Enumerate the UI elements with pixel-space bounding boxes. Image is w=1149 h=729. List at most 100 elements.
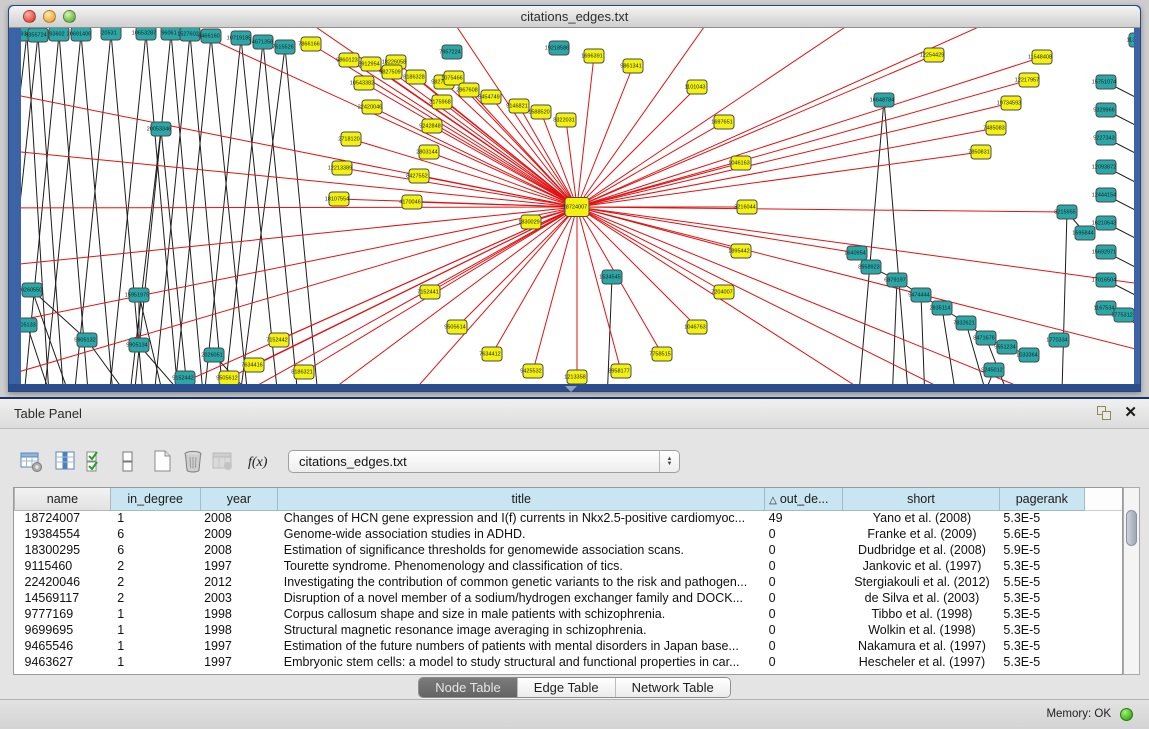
cell-in_degree[interactable]: 1 — [110, 510, 200, 526]
column-header-name[interactable]: name — [15, 488, 111, 510]
cell-in_degree[interactable]: 1 — [110, 638, 200, 654]
cell-year[interactable]: 2009 — [200, 526, 278, 542]
cell-short[interactable]: Nakamura et al. (1997) — [843, 638, 1000, 654]
cell-out_degree[interactable]: 0 — [765, 606, 843, 622]
cell-name[interactable]: 19384554 — [15, 526, 111, 542]
citation-edge-red[interactable] — [577, 87, 697, 207]
citation-edge-red[interactable] — [81, 207, 577, 385]
cell-out_degree[interactable]: 0 — [765, 638, 843, 654]
citation-edge-red[interactable] — [21, 207, 577, 328]
citation-edge-red[interactable] — [229, 207, 577, 378]
cell-year[interactable]: 2012 — [200, 574, 278, 590]
cell-out_degree[interactable]: 0 — [765, 574, 843, 590]
tab-node-table[interactable]: Node Table — [419, 678, 517, 697]
cell-title[interactable]: Embryonic stem cells: a model to study s… — [278, 654, 765, 670]
cell-title[interactable]: Estimation of the future numbers of pati… — [278, 638, 765, 654]
cell-year[interactable]: 1997 — [200, 654, 278, 670]
column-header-out_degree[interactable]: △out_de... — [765, 488, 843, 510]
table-mode-button[interactable] — [19, 447, 45, 475]
unselect-all-columns-button[interactable] — [116, 447, 142, 475]
citation-edge-black[interactable] — [921, 295, 926, 385]
cell-in_degree[interactable]: 1 — [110, 622, 200, 638]
cell-pagerank[interactable]: 5.3E-5 — [999, 622, 1084, 638]
cell-title[interactable]: Changes of HCN gene expression and I(f) … — [278, 510, 765, 526]
citation-edge-black[interactable] — [1061, 212, 1067, 385]
delete-column-trash-button[interactable] — [181, 447, 207, 475]
citation-edge-red[interactable] — [577, 207, 1067, 212]
citation-edge-black[interactable] — [106, 33, 146, 385]
citation-edge-black[interactable] — [171, 36, 211, 385]
table-row[interactable]: 1938455462009Genome-wide association stu… — [15, 526, 1123, 542]
cell-pagerank[interactable]: 5.5E-5 — [999, 574, 1084, 590]
cell-year[interactable]: 1998 — [200, 606, 278, 622]
citation-edge-black[interactable] — [190, 34, 226, 385]
citation-edge-red[interactable] — [577, 28, 1021, 207]
citation-edge-red[interactable] — [577, 80, 1029, 207]
cell-title[interactable]: Estimation of significance thresholds fo… — [278, 542, 765, 558]
table-row[interactable]: 946554611997Estimation of the future num… — [15, 638, 1123, 654]
cell-pagerank[interactable]: 5.3E-5 — [999, 638, 1084, 654]
cell-out_degree[interactable]: 0 — [765, 558, 843, 574]
citation-edge-black[interactable] — [856, 100, 884, 385]
citation-edge-black[interactable] — [201, 38, 241, 385]
cell-out_degree[interactable]: 0 — [765, 654, 843, 670]
cell-pagerank[interactable]: 5.3E-5 — [999, 590, 1084, 606]
cell-short[interactable]: Dudbridge et al. (2008) — [843, 542, 1000, 558]
cell-pagerank[interactable]: 5.3E-5 — [999, 558, 1084, 574]
select-all-columns-button[interactable] — [84, 447, 110, 475]
cell-pagerank[interactable]: 5.6E-5 — [999, 526, 1084, 542]
citation-edge-red[interactable] — [577, 103, 1011, 207]
table-row[interactable]: 969969511998Structural magnetic resonanc… — [15, 622, 1123, 638]
cell-pagerank[interactable]: 5.3E-5 — [999, 606, 1084, 622]
citation-edge-red[interactable] — [21, 88, 577, 207]
column-header-in_degree[interactable]: in_degree — [110, 488, 200, 510]
function-builder-button[interactable]: f(x) — [246, 447, 272, 475]
citation-edge-black[interactable] — [891, 280, 897, 385]
cell-title[interactable]: Tourette syndrome. Phenomenology and cla… — [278, 558, 765, 574]
cell-title[interactable]: Genome-wide association studies in ADHD. — [278, 526, 765, 542]
citation-edge-black[interactable] — [171, 33, 206, 385]
cell-short[interactable]: Hescheler et al. (1997) — [843, 654, 1000, 670]
tab-network-table[interactable]: Network Table — [615, 678, 730, 697]
cell-year[interactable]: 1998 — [200, 622, 278, 638]
cell-short[interactable]: de Silva et al. (2003) — [843, 590, 1000, 606]
table-row[interactable]: 2242004622012Investigating the contribut… — [15, 574, 1123, 590]
citation-edge-black[interactable] — [81, 34, 116, 385]
cell-in_degree[interactable]: 1 — [110, 654, 200, 670]
cell-pagerank[interactable]: 5.3E-5 — [999, 654, 1084, 670]
scrollbar-thumb[interactable] — [1126, 510, 1137, 546]
table-row[interactable]: 1872400712008Changes of HCN gene express… — [15, 510, 1123, 526]
vertical-scrollbar[interactable] — [1123, 487, 1140, 675]
table-row[interactable]: 946362711997Embryonic stem cells: a mode… — [15, 654, 1123, 670]
cell-out_degree[interactable]: 0 — [765, 526, 843, 542]
table-row[interactable]: 1456911722003Disruption of a novel membe… — [15, 590, 1123, 606]
cell-in_degree[interactable]: 2 — [110, 574, 200, 590]
cell-title[interactable]: Investigating the contribution of common… — [278, 574, 765, 590]
cell-name[interactable]: 18724007 — [15, 510, 111, 526]
network-canvas[interactable]: 1934493557249360220691406205311065328796… — [21, 28, 1134, 385]
cell-name[interactable]: 9465546 — [15, 638, 111, 654]
citation-edge-red[interactable] — [577, 207, 741, 251]
column-header-short[interactable]: short — [843, 488, 1000, 510]
cell-year[interactable]: 2008 — [200, 510, 278, 526]
column-header-pagerank[interactable]: pagerank — [999, 488, 1084, 510]
cell-in_degree[interactable]: 6 — [110, 542, 200, 558]
cell-out_degree[interactable]: 0 — [765, 590, 843, 606]
citation-edge-black[interactable] — [151, 34, 190, 385]
citation-edge-red[interactable] — [21, 207, 577, 208]
cell-pagerank[interactable]: 5.3E-5 — [999, 510, 1084, 526]
column-header-title[interactable]: title — [278, 488, 765, 510]
cell-name[interactable]: 9115460 — [15, 558, 111, 574]
cell-in_degree[interactable]: 2 — [110, 558, 200, 574]
table-row[interactable]: 911546021997Tourette syndrome. Phenomeno… — [15, 558, 1123, 574]
citation-edge-red[interactable] — [21, 207, 577, 268]
show-columns-button[interactable] — [53, 447, 79, 475]
cell-title[interactable]: Structural magnetic resonance image aver… — [278, 622, 765, 638]
cell-pagerank[interactable]: 5.9E-5 — [999, 542, 1084, 558]
cell-short[interactable]: Wolkin et al. (1998) — [843, 622, 1000, 638]
cell-title[interactable]: Disruption of a novel member of a sodium… — [278, 590, 765, 606]
citation-edge-red[interactable] — [429, 152, 577, 207]
cell-short[interactable]: Tibbo et al. (1998) — [843, 606, 1000, 622]
cell-year[interactable]: 2008 — [200, 542, 278, 558]
cell-name[interactable]: 9463627 — [15, 654, 111, 670]
